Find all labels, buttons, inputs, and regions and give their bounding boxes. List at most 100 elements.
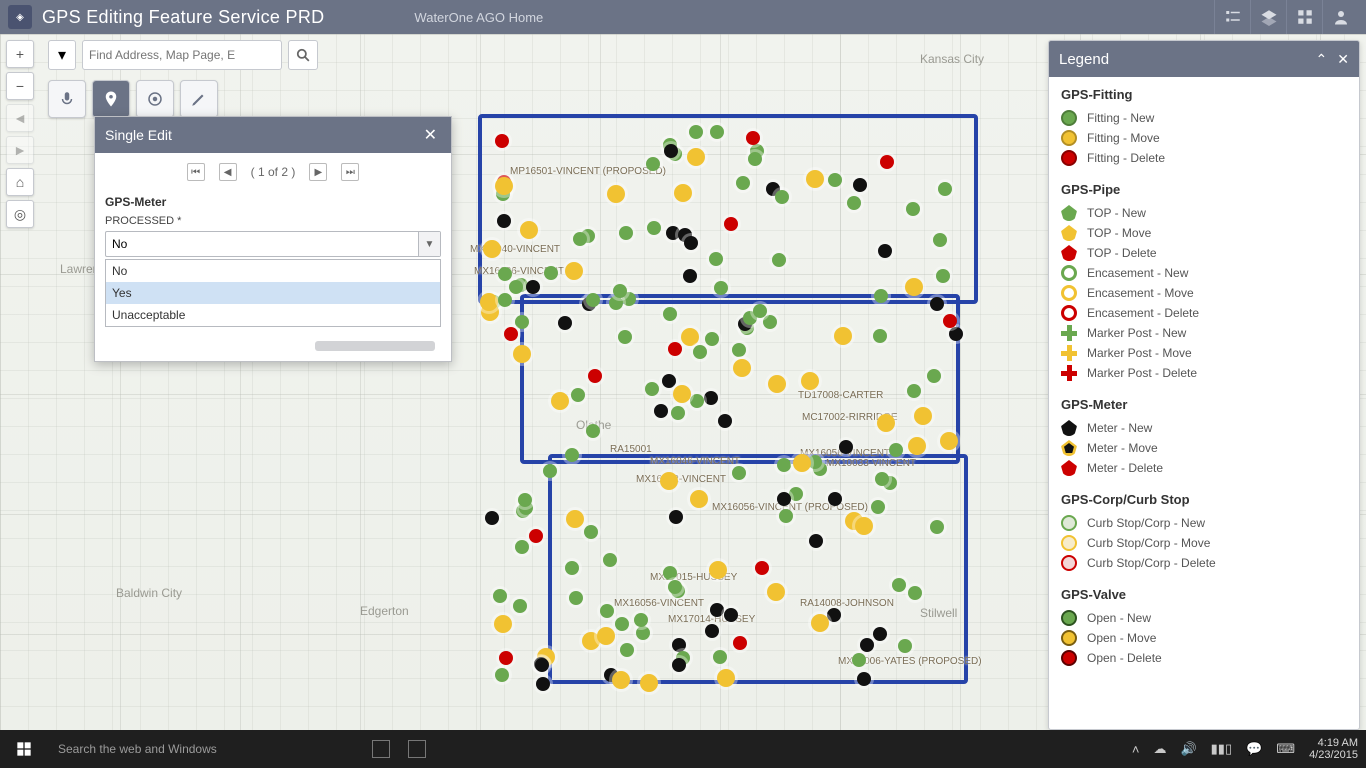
single-edit-tool-button[interactable] [92, 80, 130, 118]
feature-point[interactable] [718, 414, 732, 428]
taskbar-search[interactable]: Search the web and Windows [48, 742, 358, 756]
feature-point[interactable] [828, 173, 842, 187]
tray-chevron-up-icon[interactable]: ˄ [1132, 742, 1140, 757]
feature-point[interactable] [668, 580, 682, 594]
feature-point[interactable] [515, 315, 529, 329]
feature-point[interactable] [705, 332, 719, 346]
feature-point[interactable] [733, 359, 751, 377]
feature-point[interactable] [755, 561, 769, 575]
feature-point[interactable] [943, 314, 957, 328]
feature-point[interactable] [551, 392, 569, 410]
legend-toggle-icon[interactable] [1214, 0, 1250, 34]
feature-point[interactable] [654, 404, 668, 418]
feature-point[interactable] [880, 155, 894, 169]
feature-point[interactable] [806, 170, 824, 188]
processed-combobox[interactable]: ▼ No Yes Unacceptable [105, 231, 441, 257]
feature-point[interactable] [713, 650, 727, 664]
locate-button[interactable]: ◎ [6, 200, 34, 228]
feature-point[interactable] [634, 613, 648, 627]
feature-point[interactable] [645, 382, 659, 396]
feature-point[interactable] [647, 221, 661, 235]
feature-point[interactable] [674, 184, 692, 202]
feature-point[interactable] [789, 487, 803, 501]
feature-point[interactable] [690, 490, 708, 508]
dropdown-option[interactable]: No [106, 260, 440, 282]
legend-body[interactable]: GPS-FittingFitting - NewFitting - MoveFi… [1049, 77, 1359, 729]
feature-point[interactable] [732, 343, 746, 357]
feature-point[interactable] [724, 217, 738, 231]
feature-point[interactable] [889, 443, 903, 457]
feature-point[interactable] [748, 152, 762, 166]
close-icon[interactable]: ✕ [420, 125, 441, 145]
feature-point[interactable] [877, 414, 895, 432]
action-center-icon[interactable]: 💬 [1246, 741, 1262, 757]
feature-point[interactable] [705, 624, 719, 638]
dropdown-option[interactable]: Yes [106, 282, 440, 304]
feature-point[interactable] [927, 369, 941, 383]
feature-point[interactable] [892, 578, 906, 592]
prev-extent-button[interactable]: ◄ [6, 104, 34, 132]
feature-point[interactable] [689, 125, 703, 139]
layers-icon[interactable] [1250, 0, 1286, 34]
taskbar-clock[interactable]: 4:19 AM 4/23/2015 [1309, 737, 1358, 761]
user-icon[interactable] [1322, 0, 1358, 34]
feature-point[interactable] [908, 586, 922, 600]
feature-point[interactable] [768, 375, 786, 393]
feature-point[interactable] [811, 614, 829, 632]
feature-point[interactable] [513, 345, 531, 363]
feature-point[interactable] [898, 639, 912, 653]
feature-point[interactable] [636, 626, 650, 640]
search-button[interactable] [288, 40, 318, 70]
feature-point[interactable] [672, 638, 686, 652]
feature-point[interactable] [714, 281, 728, 295]
feature-point[interactable] [497, 214, 511, 228]
single-edit-panel-header[interactable]: Single Edit ✕ [95, 117, 451, 153]
feature-point[interactable] [609, 296, 623, 310]
feature-point[interactable] [777, 458, 791, 472]
feature-point[interactable] [673, 385, 691, 403]
feature-point[interactable] [620, 643, 634, 657]
volume-icon[interactable]: 🔊 [1180, 741, 1196, 757]
dropdown-option[interactable]: Unacceptable [106, 304, 440, 326]
feature-point[interactable] [906, 202, 920, 216]
last-record-button[interactable]: ⏭ [341, 163, 359, 181]
feature-point[interactable] [565, 448, 579, 462]
feature-point[interactable] [619, 226, 633, 240]
basemap-icon[interactable] [1286, 0, 1322, 34]
feature-point[interactable] [874, 289, 888, 303]
feature-point[interactable] [535, 658, 549, 672]
feature-point[interactable] [565, 262, 583, 280]
map-canvas[interactable]: Kansas CityOlatheEdgertonStilwellBaldwin… [0, 34, 1366, 730]
feature-point[interactable] [618, 330, 632, 344]
feature-point[interactable] [767, 583, 785, 601]
feature-point[interactable] [746, 131, 760, 145]
task-view-icon[interactable] [372, 740, 390, 758]
feature-point[interactable] [529, 529, 543, 543]
home-extent-button[interactable]: ⌂ [6, 168, 34, 196]
feature-point[interactable] [801, 372, 819, 390]
feature-point[interactable] [853, 178, 867, 192]
zoom-in-button[interactable]: + [6, 40, 34, 68]
feature-point[interactable] [857, 672, 871, 686]
processed-input[interactable] [106, 237, 418, 251]
feature-point[interactable] [571, 388, 585, 402]
feature-point[interactable] [914, 407, 932, 425]
feature-point[interactable] [693, 345, 707, 359]
feature-point[interactable] [672, 658, 686, 672]
store-icon[interactable] [408, 740, 426, 758]
network-icon[interactable]: ▮▮▯ [1211, 741, 1232, 757]
close-icon[interactable]: ✕ [1337, 51, 1349, 68]
feature-point[interactable] [663, 566, 677, 580]
feature-point[interactable] [779, 509, 793, 523]
feature-point[interactable] [873, 329, 887, 343]
feature-point[interactable] [936, 269, 950, 283]
feature-point[interactable] [499, 651, 513, 665]
draw-tool-button[interactable] [180, 80, 218, 118]
feature-point[interactable] [834, 327, 852, 345]
search-source-dropdown[interactable]: ▾ [48, 40, 76, 70]
feature-point[interactable] [494, 615, 512, 633]
feature-point[interactable] [660, 472, 678, 490]
zoom-out-button[interactable]: − [6, 72, 34, 100]
feature-point[interactable] [536, 677, 550, 691]
panel-scrollbar[interactable] [315, 341, 435, 351]
